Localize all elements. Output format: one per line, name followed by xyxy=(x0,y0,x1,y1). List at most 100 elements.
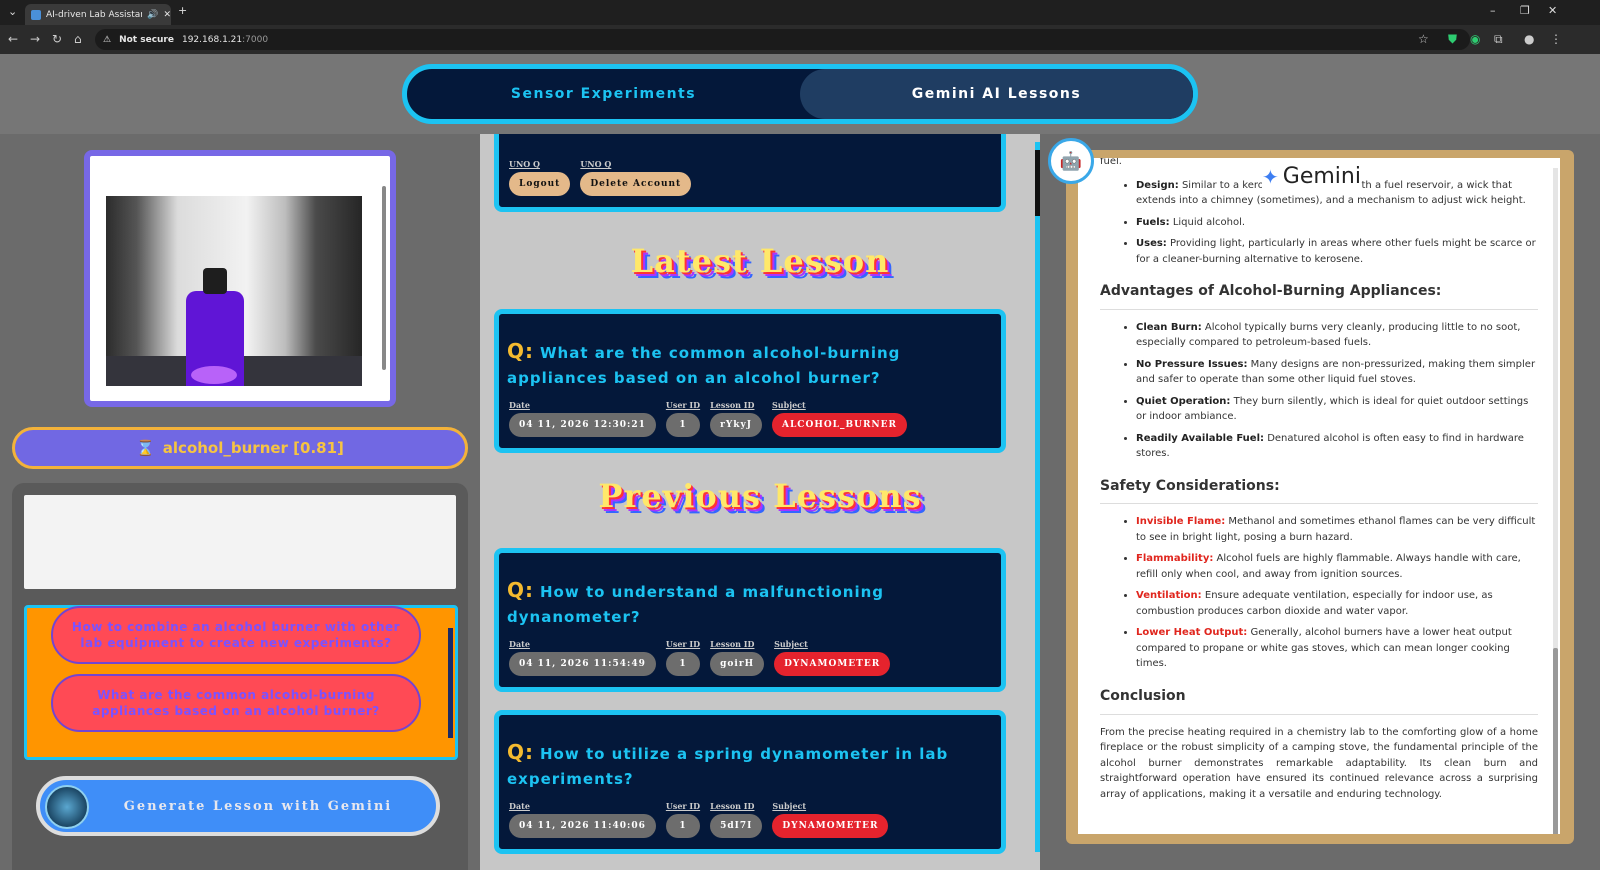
q-prefix: Q: xyxy=(507,578,534,602)
extension-icon[interactable]: ◉ xyxy=(1470,32,1480,46)
tab-sensor-experiments[interactable]: Sensor Experiments xyxy=(407,69,800,119)
app-header: Sensor Experiments Gemini AI Lessons xyxy=(0,54,1600,134)
item-key: Ventilation: xyxy=(1136,590,1202,602)
suggestion-scrollbar[interactable] xyxy=(448,628,453,738)
tab-gemini-ai-lessons[interactable]: Gemini AI Lessons xyxy=(800,69,1193,119)
lesson-id-label: Lesson ID xyxy=(710,400,755,410)
subject-chip: ALCOHOL_BURNER xyxy=(772,413,907,437)
gemini-column: 🤖 ✦Gemini fuel. Design: Similar to a ker… xyxy=(1040,134,1600,870)
user-id-chip: 1 xyxy=(665,413,701,437)
camera-feed-image xyxy=(106,196,362,386)
item-value: Providing light, particularly in areas w… xyxy=(1136,238,1536,265)
robot-icon[interactable]: 🤖 xyxy=(1048,138,1094,184)
profile-avatar-icon[interactable]: ● xyxy=(1524,32,1534,46)
lesson-id-label: Lesson ID xyxy=(710,801,755,811)
lesson-id-chip: goirH xyxy=(710,652,765,676)
reload-icon[interactable]: ↻ xyxy=(52,32,62,46)
lesson-card[interactable]: Q: How to utilize a spring dynamometer in… xyxy=(494,710,1006,854)
meta-lesson: Lesson ID rYkyJ xyxy=(710,400,762,437)
user-id-label: User ID xyxy=(665,801,701,811)
url-field[interactable]: ⚠ Not secure 192.168.1.21:7000 xyxy=(95,29,1470,50)
meta-date: Date 04 11, 2026 11:40:06 xyxy=(509,801,656,838)
date-label: Date xyxy=(509,801,530,811)
account-card: UNO Q Logout UNO Q Delete Account xyxy=(494,134,1006,212)
tab-search-icon[interactable]: ⌄ xyxy=(8,5,17,18)
item-key: Invisible Flame: xyxy=(1136,516,1226,528)
speaker-icon[interactable]: 🔊 xyxy=(147,10,158,20)
suggestion-item-2[interactable]: What are the common alcohol-burning appl… xyxy=(51,674,421,732)
not-secure-label[interactable]: Not secure xyxy=(119,35,174,45)
lesson-question: Q: How to utilize a spring dynamometer in… xyxy=(499,737,1001,791)
prediction-badge: ⌛ alcohol_burner [0.81] xyxy=(12,427,468,469)
lesson-card[interactable]: Q: What are the common alcohol-burning ap… xyxy=(494,309,1006,453)
list-item: Invisible Flame: Methanol and sometimes … xyxy=(1136,514,1536,545)
subject-label: Subject xyxy=(774,639,808,649)
lessons-column: UNO Q Logout UNO Q Delete Account Latest… xyxy=(480,134,1040,870)
suggestion-item-1[interactable]: How to combine an alcohol burner with ot… xyxy=(51,606,421,664)
lesson-meta: Date 04 11, 2026 11:40:06 User ID 1 Lesson… xyxy=(509,801,889,838)
burner-cap-shape xyxy=(203,268,227,294)
generate-lesson-button[interactable]: Generate Lesson with Gemini xyxy=(36,776,440,836)
minimize-icon[interactable]: – xyxy=(1490,4,1496,17)
item-key: No Pressure Issues: xyxy=(1136,358,1248,370)
close-tab-icon[interactable]: ✕ xyxy=(163,10,171,20)
meta-lesson: Lesson ID 5dI7I xyxy=(710,801,763,838)
favicon-icon xyxy=(31,9,41,20)
lesson-question: Q: How to understand a malfunctioning dyn… xyxy=(499,575,1001,629)
lesson-id-chip: rYkyJ xyxy=(710,413,762,437)
lesson-output-box[interactable] xyxy=(24,495,456,589)
suggestion-list: How to combine an alcohol burner with ot… xyxy=(24,605,458,760)
account-meta: UNO Q Logout UNO Q Delete Account xyxy=(509,159,692,196)
home-icon[interactable]: ⌂ xyxy=(74,32,82,46)
logout-button[interactable]: Logout xyxy=(509,172,571,196)
date-label: Date xyxy=(509,400,530,410)
restore-icon[interactable]: ❐ xyxy=(1520,4,1530,17)
q-prefix: Q: xyxy=(507,740,534,764)
list-item: Readily Available Fuel: Denatured alcoho… xyxy=(1136,431,1536,462)
list-item: Fuels: Liquid alcohol. xyxy=(1136,215,1536,231)
safety-heading: Safety Considerations: xyxy=(1100,476,1538,505)
list-item: Clean Burn: Alcohol typically burns very… xyxy=(1136,320,1536,351)
robot-logo-icon xyxy=(45,785,89,829)
item-key: Clean Burn: xyxy=(1136,321,1202,333)
puzzle-icon[interactable]: ⧉ xyxy=(1494,32,1503,47)
lesson-id-chip: 5dI7I xyxy=(710,814,763,838)
item-key: Lower Heat Output: xyxy=(1136,627,1248,639)
subject-label: Subject xyxy=(772,801,807,811)
meta-subject: Subject ALCOHOL_BURNER xyxy=(772,400,907,437)
lesson-meta: Date 04 11, 2026 12:30:21 User ID 1 Lesson… xyxy=(509,400,907,437)
list-item: Uses: Providing light, particularly in a… xyxy=(1136,236,1536,267)
list-item: Quiet Operation: They burn silently, whi… xyxy=(1136,394,1536,425)
previous-lessons-title: Previous Lessons xyxy=(598,477,922,515)
lesson-question: Q: What are the common alcohol-burning ap… xyxy=(499,336,1001,390)
new-tab-icon[interactable]: + xyxy=(178,4,187,17)
latest-lesson-title: Latest Lesson xyxy=(630,242,890,280)
q-prefix: Q: xyxy=(507,339,534,363)
bookmark-star-icon[interactable]: ☆ xyxy=(1418,32,1429,46)
back-icon[interactable]: ← xyxy=(8,32,18,46)
meta-subject: Subject DYNAMOMETER xyxy=(772,801,889,838)
gemini-logo-text: Gemini xyxy=(1282,164,1361,189)
item-value: Liquid alcohol. xyxy=(1172,216,1246,228)
url-host: 192.168.1.21 xyxy=(181,34,243,45)
gemini-lesson-page: ✦Gemini fuel. Design: Similar to a keros… xyxy=(1078,158,1560,834)
url-text: 192.168.1.21:7000 xyxy=(182,35,268,45)
address-bar-row: ← → ↻ ⌂ ⚠ Not secure 192.168.1.21:7000 ☆… xyxy=(0,25,1600,54)
gemini-scrollbar[interactable] xyxy=(1553,168,1558,834)
warning-icon: ⚠ xyxy=(103,34,112,45)
close-window-icon[interactable]: ✕ xyxy=(1548,4,1557,17)
shield-extension-icon[interactable]: ⛊ xyxy=(1448,32,1457,47)
menu-dots-icon[interactable]: ⋮ xyxy=(1550,32,1562,46)
browser-tab[interactable]: AI-driven Lab Assistant 🔊 ✕ xyxy=(25,4,171,25)
delete-account-button[interactable]: Delete Account xyxy=(580,172,692,196)
hourglass-icon: ⌛ xyxy=(136,439,155,457)
forward-icon[interactable]: → xyxy=(30,32,40,46)
account-label-1: UNO Q xyxy=(509,159,541,169)
meta-user: User ID 1 xyxy=(665,801,701,838)
lesson-card[interactable]: Q: How to understand a malfunctioning dyn… xyxy=(494,548,1006,692)
item-key: Readily Available Fuel: xyxy=(1136,432,1265,444)
scrollbar-thumb[interactable] xyxy=(1553,648,1558,834)
camera-scrollbar[interactable] xyxy=(382,186,386,370)
lesson-meta: Date 04 11, 2026 11:54:49 User ID 1 Lesson… xyxy=(509,639,891,676)
date-chip: 04 11, 2026 11:40:06 xyxy=(509,814,656,838)
